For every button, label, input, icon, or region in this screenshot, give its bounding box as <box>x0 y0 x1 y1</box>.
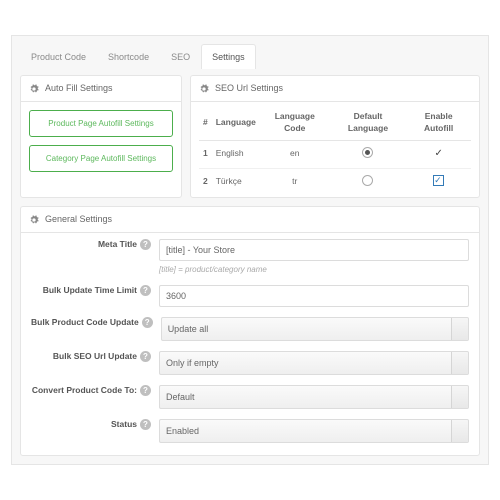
tab-seo[interactable]: SEO <box>160 44 201 70</box>
gear-icon <box>29 215 39 225</box>
enable-autofill-checkbox[interactable] <box>433 175 444 186</box>
autofill-panel: Auto Fill Settings Product Page Autofill… <box>20 75 182 198</box>
gear-icon <box>199 84 209 94</box>
bulk-limit-input[interactable] <box>159 285 469 307</box>
status-label: Status <box>111 419 137 429</box>
help-icon[interactable]: ? <box>140 285 151 296</box>
table-row: 1 English en ✓ <box>199 140 471 168</box>
bulk-code-select[interactable]: Update all <box>161 317 469 341</box>
help-icon[interactable]: ? <box>140 385 151 396</box>
category-autofill-button[interactable]: Category Page Autofill Settings <box>29 145 173 172</box>
row-code: tr <box>260 168 330 195</box>
row-language: Türkçe <box>212 168 260 195</box>
panel-title: General Settings <box>45 213 112 226</box>
help-icon[interactable]: ? <box>140 239 151 250</box>
row-language: English <box>212 140 260 168</box>
meta-title-label: Meta Title <box>98 239 137 249</box>
meta-title-input[interactable] <box>159 239 469 261</box>
meta-title-hint: [title] = product/category name <box>159 264 469 275</box>
bulk-limit-label: Bulk Update Time Limit <box>43 285 137 295</box>
row-code: en <box>260 140 330 168</box>
col-autofill: Enable Autofill <box>406 106 471 140</box>
status-select[interactable]: Enabled <box>159 419 469 443</box>
bulk-code-label: Bulk Product Code Update <box>31 317 139 327</box>
help-icon[interactable]: ? <box>142 317 153 328</box>
panel-title: Auto Fill Settings <box>45 82 113 95</box>
convert-select[interactable]: Default <box>159 385 469 409</box>
seo-url-table: # Language Language Code Default Languag… <box>199 106 471 196</box>
general-panel: General Settings Meta Title? [title] = p… <box>20 206 480 456</box>
col-language: Language <box>212 106 260 140</box>
panel-title: SEO Url Settings <box>215 82 283 95</box>
row-index: 2 <box>203 176 208 186</box>
bulk-seo-select[interactable]: Only if empty <box>159 351 469 375</box>
tab-settings[interactable]: Settings <box>201 44 256 70</box>
col-index: # <box>199 106 212 140</box>
seo-url-panel: SEO Url Settings # Language Language Cod… <box>190 75 480 198</box>
enable-autofill-check[interactable]: ✓ <box>434 147 442 161</box>
product-autofill-button[interactable]: Product Page Autofill Settings <box>29 110 173 137</box>
help-icon[interactable]: ? <box>140 351 151 362</box>
table-row: 2 Türkçe tr <box>199 168 471 195</box>
tab-product-code[interactable]: Product Code <box>20 44 97 70</box>
convert-label: Convert Product Code To: <box>32 385 137 395</box>
tabs: Product Code Shortcode SEO Settings <box>20 44 480 70</box>
gear-icon <box>29 84 39 94</box>
default-language-radio[interactable] <box>362 175 373 186</box>
col-default: Default Language <box>330 106 407 140</box>
bulk-seo-label: Bulk SEO Url Update <box>53 351 137 361</box>
help-icon[interactable]: ? <box>140 419 151 430</box>
col-code: Language Code <box>260 106 330 140</box>
settings-page: Product Code Shortcode SEO Settings Auto… <box>11 35 489 466</box>
tab-shortcode[interactable]: Shortcode <box>97 44 160 70</box>
row-index: 1 <box>203 148 208 158</box>
default-language-radio[interactable] <box>362 147 373 158</box>
